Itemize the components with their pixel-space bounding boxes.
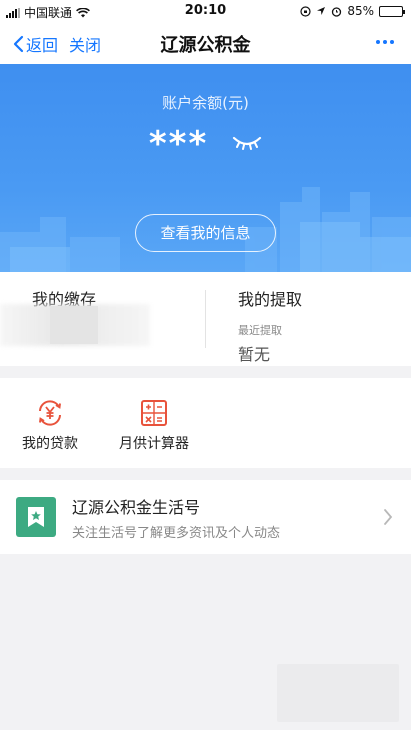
close-button[interactable]: 关闭: [69, 32, 101, 56]
service-account-title: 辽源公积金生活号: [72, 498, 201, 517]
more-dot-icon: [390, 40, 394, 44]
back-button-label: 返回: [26, 36, 59, 55]
balance-label: 账户余额(元): [162, 94, 249, 112]
withdraw-title: 我的提取: [238, 290, 303, 309]
back-button[interactable]: 返回: [12, 32, 58, 56]
withdraw-section[interactable]: 我的提取 最近提取 暂无: [238, 286, 302, 365]
alarm-icon: [332, 6, 342, 17]
bookmark-star-icon: [16, 497, 56, 537]
more-dot-icon: [376, 40, 380, 44]
more-menu-button[interactable]: [371, 30, 399, 54]
tool-monthly-calculator[interactable]: 月供计算器: [119, 398, 189, 453]
redacted-block: [277, 664, 399, 722]
service-account-card[interactable]: 辽源公积金生活号 关注生活号了解更多资讯及个人动态: [0, 480, 411, 554]
more-dot-icon: [383, 40, 387, 44]
orientation-lock-icon: [300, 5, 311, 17]
page-title: 辽源公积金: [160, 35, 251, 56]
chevron-right-icon: [384, 509, 393, 525]
withdraw-sub-label: 最近提取: [238, 324, 282, 337]
loan-yuan-icon: [39, 400, 61, 426]
location-arrow-icon: [317, 7, 326, 15]
calculator-icon: [141, 400, 167, 426]
summary-divider: [205, 290, 206, 348]
account-balance-banner: 账户余额(元) *** 查看我的信息: [0, 64, 411, 272]
balance-masked-value: ***: [0, 124, 411, 164]
battery-percent: 85%: [347, 4, 374, 18]
status-bar: 中国联通 20:10 85%: [0, 0, 411, 22]
redacted-block: [50, 306, 98, 344]
tool-label: 月供计算器: [119, 436, 189, 452]
service-account-description: 关注生活号了解更多资讯及个人动态: [72, 526, 281, 541]
chevron-left-icon: [13, 35, 24, 53]
tool-my-loan[interactable]: 我的贷款: [22, 398, 78, 453]
battery-icon: [379, 5, 405, 17]
account-summary: 我的缴存 我的提取 最近提取 暂无: [0, 272, 411, 366]
withdraw-value: 暂无: [238, 345, 271, 364]
eye-closed-icon[interactable]: [232, 134, 262, 152]
view-my-info-button[interactable]: 查看我的信息: [135, 214, 276, 252]
tools-grid: 我的贷款 月供计算器: [0, 378, 411, 468]
balance-masked-text: ***: [148, 124, 209, 164]
tool-label: 我的贷款: [22, 436, 78, 452]
navigation-bar: 返回 关闭 辽源公积金: [0, 22, 411, 64]
status-right: 85%: [300, 4, 405, 18]
